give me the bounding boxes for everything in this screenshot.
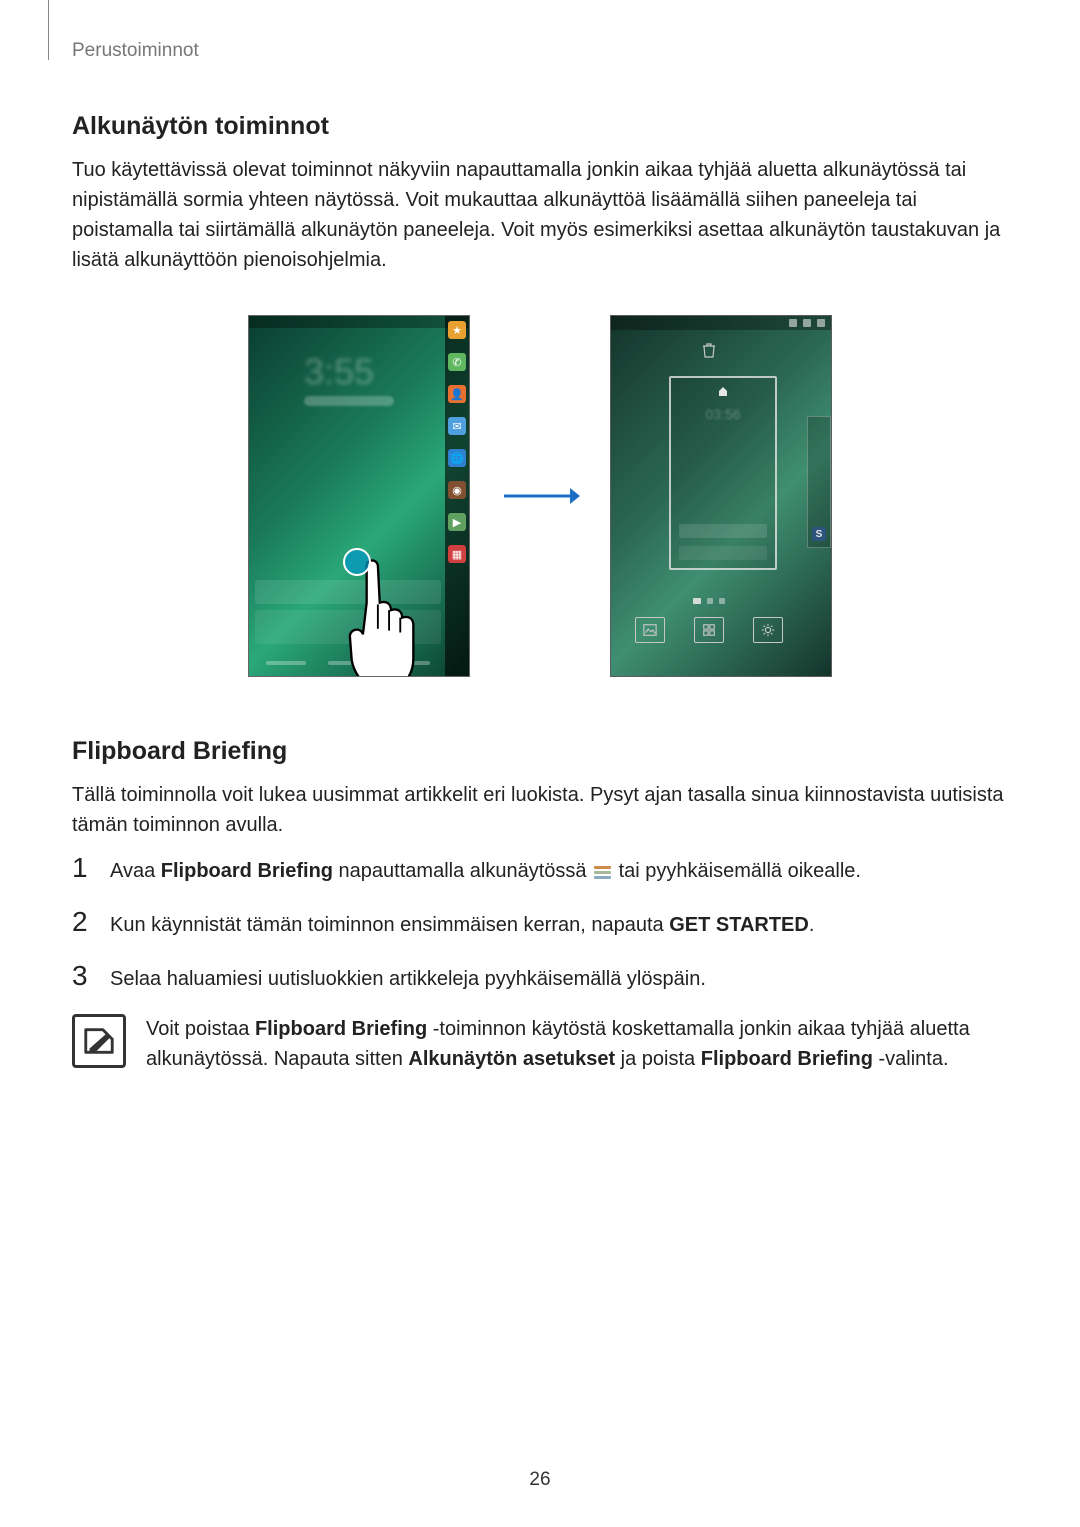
status-bar [611, 316, 831, 330]
wallpapers-action [630, 617, 670, 654]
s-icon: S [812, 527, 826, 541]
home-icon [717, 384, 729, 396]
note-icon [72, 1014, 126, 1068]
widgets-icon [694, 617, 724, 643]
panel-fav-placeholder [679, 546, 767, 560]
date-placeholder [304, 396, 394, 406]
heading-alkunayton-toiminnot: Alkunäytön toiminnot [72, 112, 1008, 141]
heading-flipboard-briefing: Flipboard Briefing [72, 737, 1008, 766]
wallpaper-icon [635, 617, 665, 643]
note-text: Voit poistaa Flipboard Briefing -toiminn… [146, 1014, 1008, 1074]
step-1: 1 Avaa Flipboard Briefing napauttamalla … [72, 852, 1008, 886]
widgets-action [689, 617, 729, 654]
star-icon: ★ [448, 321, 466, 339]
page-border-decoration [48, 0, 49, 60]
figure-row: 3:55 ★ ✆ 👤 ✉ 🌐 ◉ ▶ ▦ [72, 315, 1008, 677]
step-text: Selaa haluamiesi uutisluokkien artikkele… [110, 960, 706, 994]
page-number: 26 [0, 1469, 1080, 1491]
bottom-actions [621, 617, 797, 654]
clock-text: 3:55 [304, 351, 374, 393]
step-text: Kun käynnistät tämän toiminnon ensimmäis… [110, 906, 814, 940]
contact-icon: 👤 [448, 385, 466, 403]
figure-right-edit-screen: 03:56 S [610, 315, 832, 677]
gear-icon [753, 617, 783, 643]
home-panel-thumbnail: 03:56 [669, 376, 777, 570]
trash-icon [701, 342, 717, 358]
settings-action [748, 617, 788, 654]
figure-left-home-screen: 3:55 ★ ✆ 👤 ✉ 🌐 ◉ ▶ ▦ [248, 315, 470, 677]
page: Perustoiminnot Alkunäytön toiminnot Tuo … [0, 0, 1080, 1527]
step-text: Avaa Flipboard Briefing napauttamalla al… [110, 852, 861, 886]
step-number: 3 [72, 960, 92, 990]
trash-drop-zone [611, 336, 807, 364]
step-2: 2 Kun käynnistät tämän toiminnon ensimmä… [72, 906, 1008, 940]
edge-panel-thumbnail: S [807, 416, 831, 548]
step-number: 1 [72, 852, 92, 882]
panel-search-placeholder [679, 524, 767, 538]
paragraph-flipboard-intro: Tällä toiminnolla voit lukea uusimmat ar… [72, 780, 1008, 840]
paragraph-alkunayton: Tuo käytettävissä olevat toiminnot näkyv… [72, 155, 1008, 275]
status-bar [249, 316, 469, 328]
play-icon: ▶ [448, 513, 466, 531]
globe-icon: 🌐 [448, 449, 466, 467]
step-number: 2 [72, 906, 92, 936]
flipboard-tile-icon [594, 866, 611, 881]
step-3: 3 Selaa haluamiesi uutisluokkien artikke… [72, 960, 1008, 994]
section-breadcrumb: Perustoiminnot [72, 40, 1008, 62]
touch-point-icon [343, 548, 371, 576]
camera-icon: ◉ [448, 481, 466, 499]
arrow-right-icon [500, 481, 580, 511]
phone-icon: ✆ [448, 353, 466, 371]
panel-time-placeholder: 03:56 [705, 406, 740, 422]
note-block: Voit poistaa Flipboard Briefing -toiminn… [72, 1014, 1008, 1074]
page-indicator [611, 598, 807, 604]
message-icon: ✉ [448, 417, 466, 435]
